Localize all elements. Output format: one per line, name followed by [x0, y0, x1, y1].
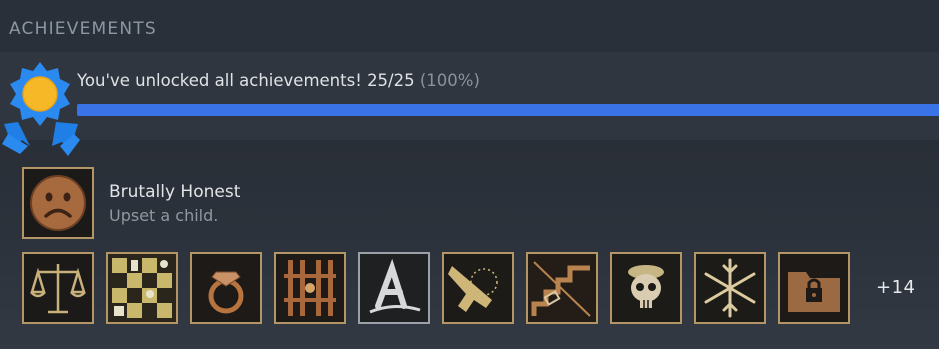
letter-a-icon[interactable] [358, 252, 430, 324]
prison-bars-icon[interactable] [274, 252, 346, 324]
pistol-icon[interactable] [442, 252, 514, 324]
achievement-progress-fill [77, 104, 939, 116]
unlock-summary-bar [0, 52, 939, 140]
featured-achievement-description: Upset a child. [109, 206, 219, 225]
more-achievements-count[interactable]: +14 [876, 277, 916, 298]
chessboard-icon[interactable] [106, 252, 178, 324]
scales-of-justice-icon[interactable] [22, 252, 94, 324]
award-ribbon-icon [0, 54, 84, 164]
unlock-summary-text: You've unlocked all achievements! 25/25 … [77, 71, 480, 90]
unlock-count-text: You've unlocked all achievements! 25/25 [77, 71, 415, 90]
locked-folder-icon[interactable] [778, 252, 850, 324]
unlock-percent-text: (100%) [419, 71, 480, 90]
section-title: ACHIEVEMENTS [9, 19, 157, 39]
achievement-progress-bar [77, 104, 939, 116]
featured-achievement-title: Brutally Honest [109, 182, 241, 202]
staircase-icon[interactable] [526, 252, 598, 324]
diamond-ring-icon[interactable] [190, 252, 262, 324]
sad-face-icon[interactable] [22, 167, 94, 239]
snowflake-icon[interactable] [694, 252, 766, 324]
skull-beret-icon[interactable] [610, 252, 682, 324]
